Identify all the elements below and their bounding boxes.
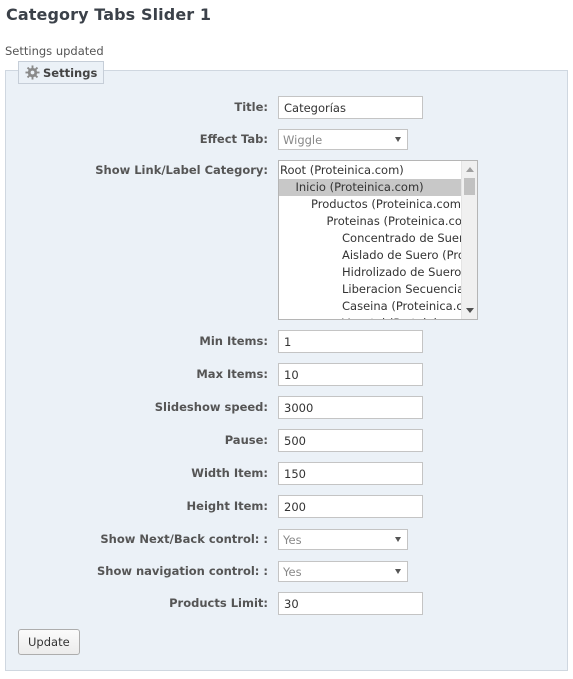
show-next-back-value: Yes: [283, 533, 302, 547]
height-item-input[interactable]: [278, 495, 423, 518]
max-items-label: Max Items:: [196, 367, 268, 381]
show-navigation-label: Show navigation control: :: [96, 564, 268, 578]
show-navigation-value: Yes: [283, 565, 302, 579]
min-items-label: Min Items:: [199, 334, 268, 348]
width-item-label: Width Item:: [191, 466, 268, 480]
width-item-input[interactable]: [278, 462, 423, 485]
listbox-option[interactable]: Aislado de Suero (Proteinica.com): [279, 247, 462, 264]
products-limit-label: Products Limit:: [169, 596, 268, 610]
show-navigation-select[interactable]: Yes: [278, 561, 408, 582]
row-show-next-back: Show Next/Back control: : Yes: [0, 529, 573, 553]
listbox-scrollbar[interactable]: [461, 161, 477, 319]
pause-input[interactable]: [278, 429, 423, 452]
slideshow-speed-input[interactable]: [278, 396, 423, 419]
row-show-navigation: Show navigation control: : Yes: [0, 561, 573, 585]
scroll-up-icon[interactable]: [466, 167, 474, 172]
scrollbar-thumb[interactable]: [464, 178, 475, 195]
row-min-items: Min Items:: [0, 330, 573, 354]
effect-tab-label: Effect Tab:: [199, 132, 268, 146]
show-next-back-label: Show Next/Back control: :: [100, 532, 268, 546]
settings-legend: Settings: [18, 61, 105, 84]
row-effect-tab: Effect Tab: Wiggle: [0, 129, 573, 153]
chevron-down-icon: [395, 537, 401, 542]
show-next-back-select[interactable]: Yes: [278, 529, 408, 550]
row-max-items: Max Items:: [0, 363, 573, 387]
category-listbox[interactable]: Root (Proteinica.com) Inicio (Proteinica.…: [278, 160, 478, 320]
listbox-option[interactable]: Productos (Proteinica.com): [279, 196, 462, 213]
status-message: Settings updated: [5, 44, 104, 58]
height-item-label: Height Item:: [186, 499, 268, 513]
listbox-option[interactable]: Root (Proteinica.com): [279, 162, 462, 179]
products-limit-input[interactable]: [278, 592, 423, 615]
row-height-item: Height Item:: [0, 495, 573, 519]
listbox-option[interactable]: Inicio (Proteinica.com): [279, 179, 462, 196]
settings-legend-label: Settings: [43, 65, 98, 80]
title-label: Title:: [234, 100, 268, 114]
slideshow-speed-label: Slideshow speed:: [154, 400, 268, 414]
listbox-option[interactable]: Concentrado de Suero (Proteinica.com): [279, 230, 462, 247]
row-width-item: Width Item:: [0, 462, 573, 486]
row-pause: Pause:: [0, 429, 573, 453]
max-items-input[interactable]: [278, 363, 423, 386]
title-input[interactable]: [278, 96, 423, 119]
listbox-option[interactable]: Proteinas (Proteinica.com): [279, 213, 463, 230]
page-title: Category Tabs Slider 1: [6, 5, 212, 24]
listbox-option[interactable]: Hidrolizado de Suero (Proteinica.com): [279, 264, 462, 281]
listbox-option[interactable]: Vegetal (Proteinica.com): [279, 315, 462, 319]
row-products-limit: Products Limit:: [0, 592, 573, 616]
effect-tab-value: Wiggle: [283, 133, 323, 147]
gear-icon: [25, 65, 40, 80]
chevron-down-icon: [395, 137, 401, 142]
pause-label: Pause:: [224, 433, 268, 447]
min-items-input[interactable]: [278, 330, 423, 353]
chevron-down-icon: [395, 569, 401, 574]
listbox-option[interactable]: Liberacion Secuencial (Proteinica.com): [279, 281, 462, 298]
listbox-option[interactable]: Caseina (Proteinica.com): [279, 298, 462, 315]
row-slideshow-speed: Slideshow speed:: [0, 396, 573, 420]
update-button[interactable]: Update: [18, 629, 80, 655]
effect-tab-select[interactable]: Wiggle: [278, 129, 408, 150]
row-title: Title:: [0, 96, 573, 120]
show-link-label: Show Link/Label Category:: [95, 163, 268, 177]
scroll-down-icon[interactable]: [466, 308, 474, 313]
